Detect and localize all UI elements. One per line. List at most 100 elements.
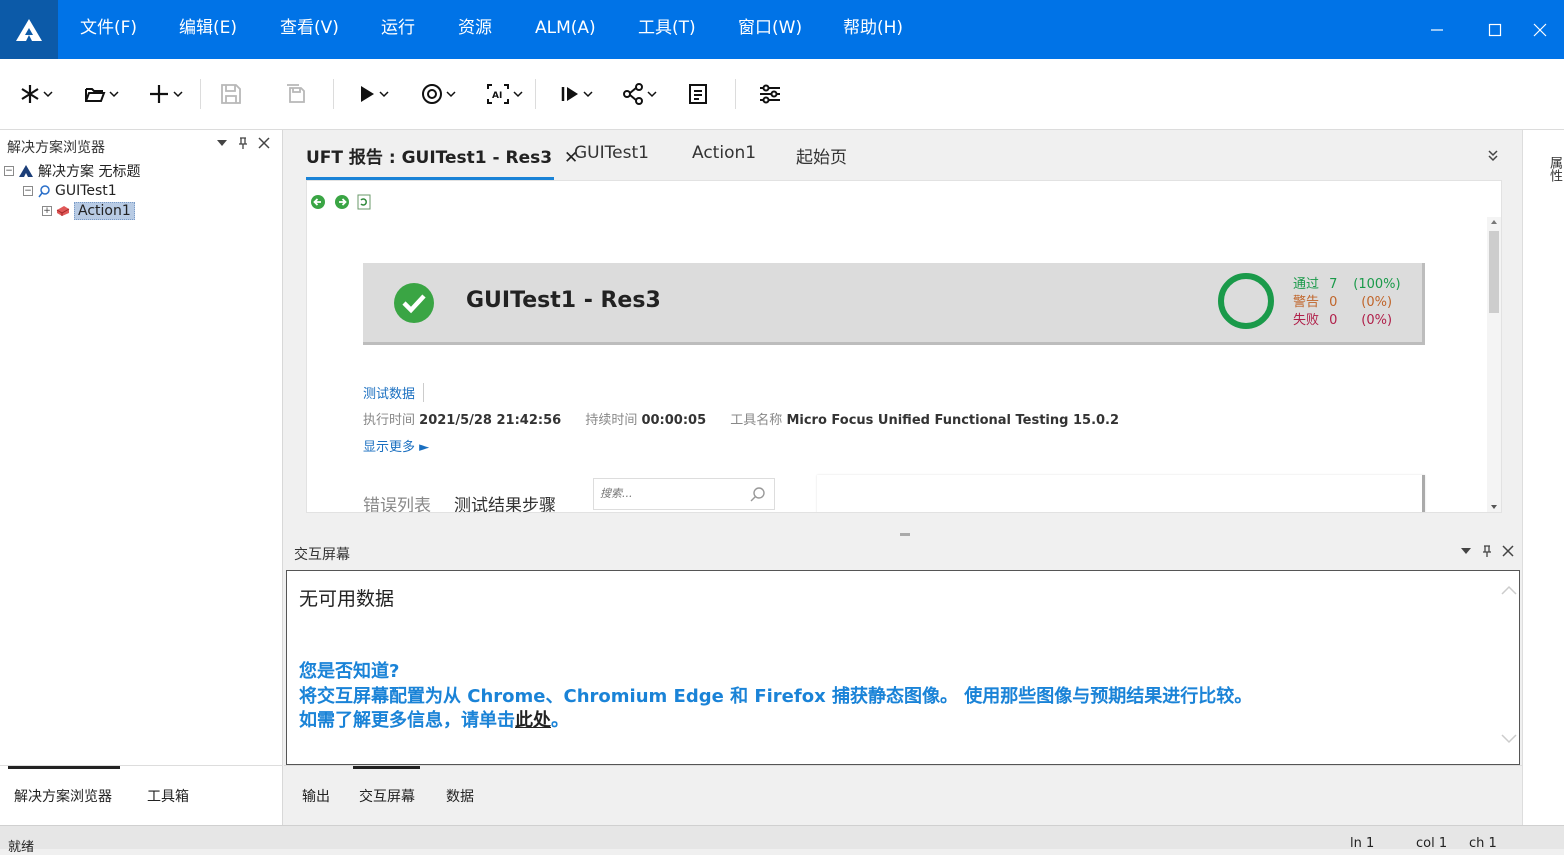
scroll-up-icon[interactable] [1501,585,1517,595]
ai-button[interactable]: AI [486,79,523,109]
close-icon[interactable] [1502,545,1514,557]
close-icon[interactable] [258,137,270,149]
document-area: UFT 报告 : GUITest1 - Res3 ✕ GUITest1 Acti… [284,130,1522,536]
search-input[interactable] [600,487,740,500]
panel-controls [216,136,270,150]
action-icon [56,205,70,216]
no-data-text: 无可用数据 [299,588,395,610]
tree-item-action[interactable]: + Action1 [42,201,135,220]
step-play-icon [561,87,578,101]
stat-pass-label: 通过 [1293,277,1320,292]
menu-window[interactable]: 窗口(W) [738,0,802,59]
stat-pass: 通过 7 (100%) [1293,276,1401,294]
tab-output[interactable]: 输出 [302,786,330,806]
app-logo-icon[interactable] [0,0,58,59]
tab-error-list[interactable]: 错误列表 [363,491,431,512]
duration-value: 00:00:05 [641,413,707,428]
report-scrollbar[interactable] [1487,217,1501,512]
forward-arrow-icon[interactable] [334,194,350,210]
tree-label-action: Action1 [74,201,135,220]
expand-icon[interactable]: + [42,205,52,216]
new-button[interactable] [20,79,53,109]
tab-solution-explorer[interactable]: 解决方案浏览器 [14,786,112,806]
tab-guitest1[interactable]: GUITest1 [574,143,649,163]
left-panel-tabs: 解决方案浏览器 工具箱 [0,765,283,825]
chevron-down-icon [43,91,53,98]
content-scrollbar[interactable] [1497,571,1519,764]
tab-report[interactable]: UFT 报告 : GUITest1 - Res3 ✕ [306,143,578,168]
close-window-button[interactable] [1516,0,1564,59]
collapse-icon[interactable]: − [23,185,33,196]
splitter-grip[interactable] [900,533,910,536]
options-button[interactable] [758,79,782,109]
scroll-down-icon[interactable] [1501,734,1517,744]
report-button[interactable] [688,79,708,109]
back-arrow-icon[interactable] [310,194,326,210]
tab-data[interactable]: 数据 [446,786,474,806]
tree-item-solution[interactable]: − 解决方案 无标题 [4,161,140,180]
status-text: 就绪 [8,840,35,855]
active-tab-indicator [353,766,420,769]
tab-action1[interactable]: Action1 [692,143,756,163]
save-button[interactable] [220,79,242,109]
menu-view[interactable]: 查看(V) [280,0,339,59]
menu-resources[interactable]: 资源 [458,0,492,59]
stat-fail-label: 失败 [1293,313,1320,328]
refresh-icon[interactable] [357,194,371,210]
toolbar-separator [535,79,536,109]
record-button[interactable] [421,79,456,109]
solution-explorer-panel: 解决方案浏览器 − 解决方案 无标题 − GUITest1 + Action1 … [0,130,283,825]
menu-alm[interactable]: ALM(A) [535,0,596,59]
dropdown-icon[interactable] [1460,546,1472,556]
pin-icon[interactable] [237,136,249,150]
chevron-down-icon [379,91,389,98]
menu-edit[interactable]: 编辑(E) [179,0,237,59]
run-button[interactable] [358,79,389,109]
pin-icon[interactable] [1481,544,1493,558]
plus-icon [150,85,168,103]
save-all-button[interactable] [285,79,307,109]
document-icon [689,84,707,104]
minimize-button[interactable] [1408,0,1466,59]
run-from-step-button[interactable] [560,79,593,109]
tab-interactive-screen[interactable]: 交互屏幕 [359,786,415,806]
exec-time-value: 2021/5/28 21:42:56 [419,413,562,428]
menu-tools[interactable]: 工具(T) [638,0,696,59]
tip-line-1: 将交互屏幕配置为从 Chrome、Chromium Edge 和 Firefox… [299,686,1253,707]
search-box[interactable] [593,478,775,510]
add-button[interactable] [148,79,183,109]
tree-item-test[interactable]: − GUITest1 [23,181,117,200]
pane-title: 交互屏幕 [294,547,350,563]
save-all-icon [287,84,305,103]
tab-properties[interactable]: 属性 [1545,156,1564,182]
tab-overflow-icon[interactable] [1488,150,1498,162]
check-circle-icon [394,283,434,323]
bottom-pane-tabs: 输出 交互屏幕 数据 [284,765,1522,825]
test-data-link[interactable]: 测试数据 [363,383,425,402]
open-button[interactable] [84,79,119,109]
dropdown-icon[interactable] [216,138,228,148]
folder-open-icon [85,88,106,102]
share-button[interactable] [622,79,657,109]
tab-result-steps[interactable]: 测试结果步骤 [454,491,556,512]
scroll-down-icon[interactable] [1490,504,1498,510]
tab-toolbox[interactable]: 工具箱 [147,786,189,806]
search-icon[interactable] [750,487,765,502]
pane-controls [1460,544,1514,558]
tip-line-2-prefix: 如需了解更多信息，请单击 [299,710,515,731]
menu-file[interactable]: 文件(F) [80,0,137,59]
tool-label: 工具名称 [730,413,783,428]
chevron-down-icon [446,91,456,98]
tab-start-page[interactable]: 起始页 [796,143,847,168]
title-menu-bar: 文件(F) 编辑(E) 查看(V) 运行 资源 ALM(A) 工具(T) 窗口(… [0,0,1564,59]
scroll-up-icon[interactable] [1490,219,1498,225]
menu-run[interactable]: 运行 [381,0,415,59]
scrollbar-thumb[interactable] [1489,231,1499,313]
chevron-down-icon [173,91,183,98]
steps-pane [817,475,1425,512]
show-more-link[interactable]: 显示更多 ► [363,436,429,455]
toolbar-separator [333,79,334,109]
tip-here-link[interactable]: 此处 [515,710,551,731]
menu-help[interactable]: 帮助(H) [843,0,903,59]
collapse-icon[interactable]: − [4,165,14,176]
